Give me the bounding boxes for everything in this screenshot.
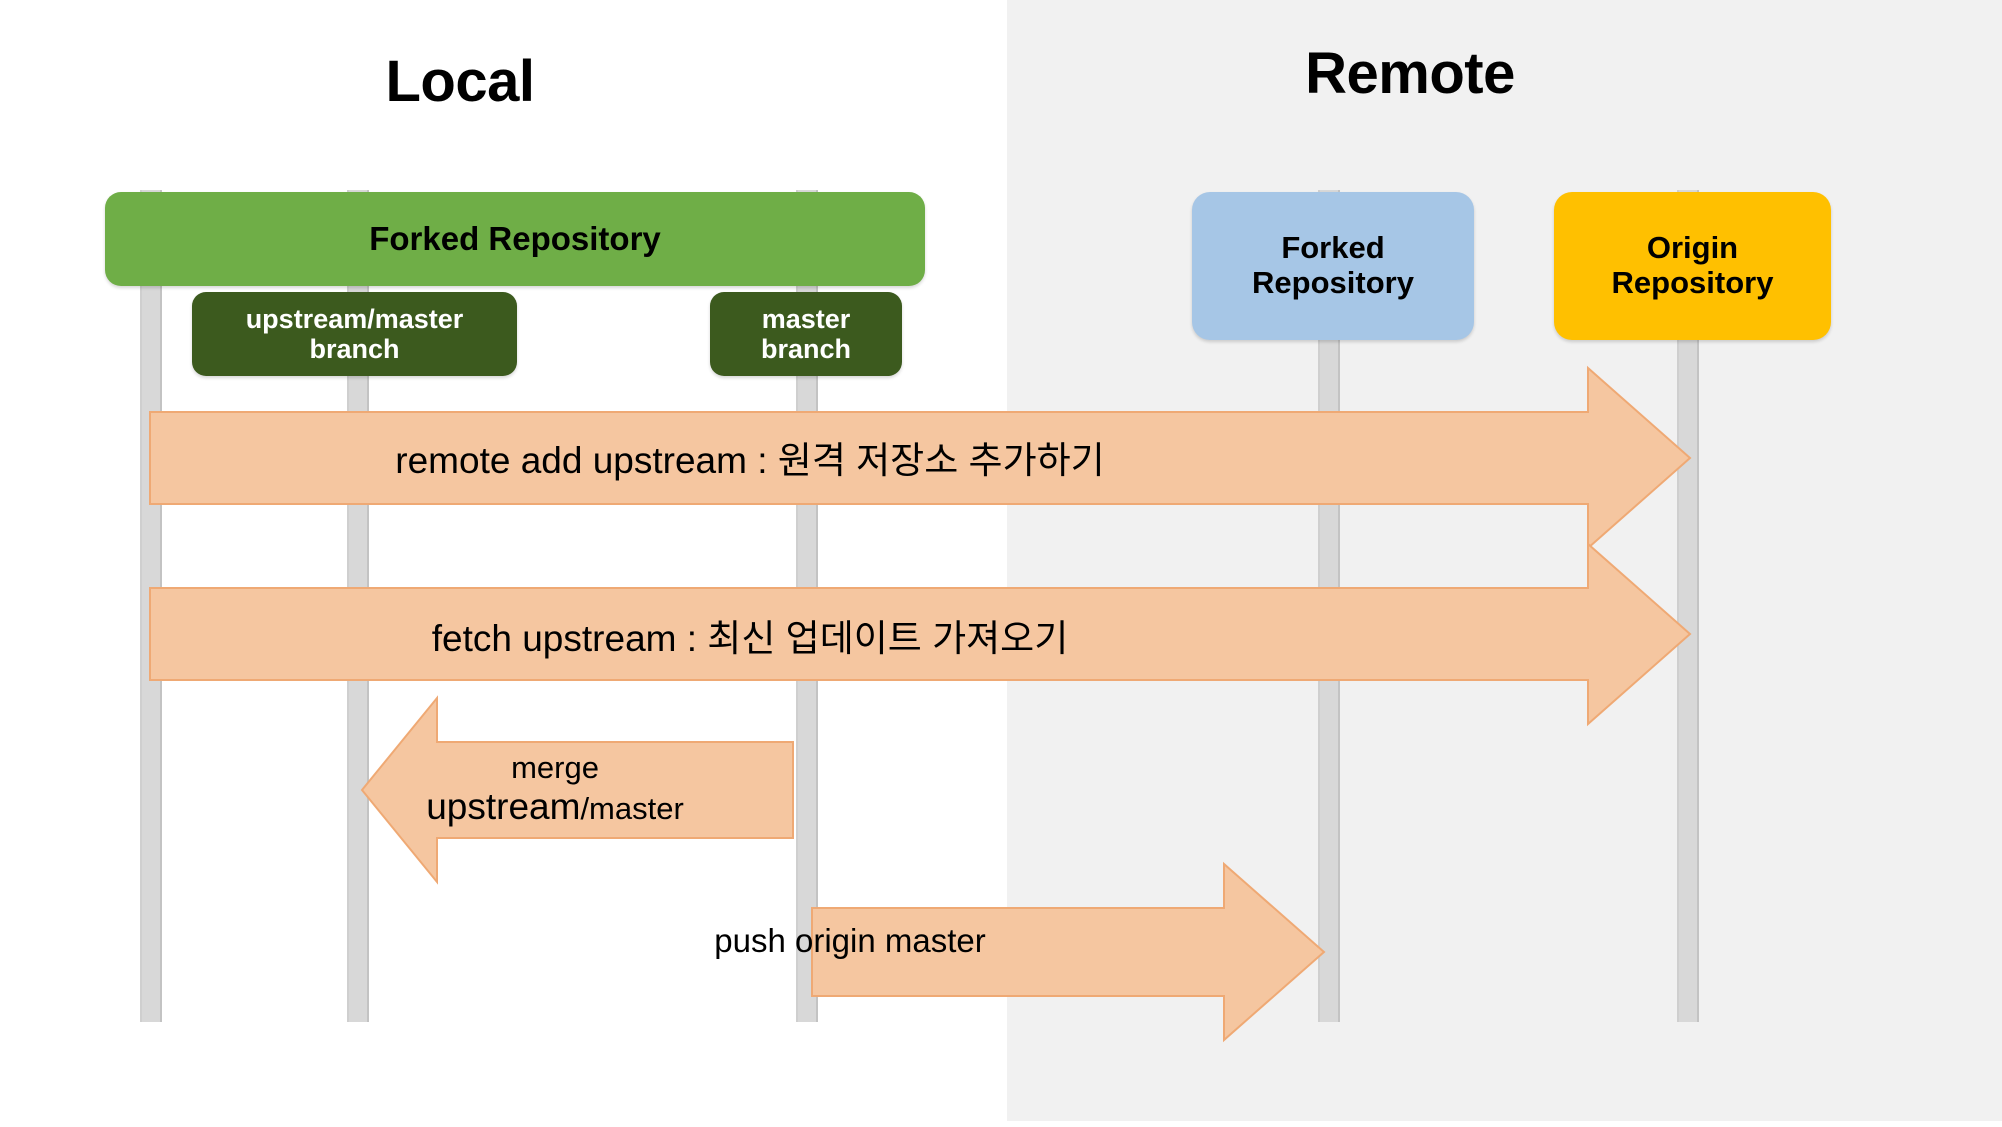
sign-upstream-master-branch: upstream/master branch <box>192 292 517 376</box>
diagram-canvas: Local Remote remote add upstream : 원격 저장… <box>0 0 2002 1127</box>
sign-master-branch: master branch <box>710 292 902 376</box>
sign-forked-repository-remote: Forked Repository <box>1192 192 1474 340</box>
arrow-remote-add-upstream <box>149 365 1692 551</box>
origin-line1: Origin <box>1646 230 1739 266</box>
origin-line2: Repository <box>1611 265 1774 300</box>
arrow-layer <box>149 365 1692 1043</box>
sign-forked-repository-local-label: Forked Repository <box>369 219 661 257</box>
upstream-branch-line2: branch <box>309 334 400 364</box>
arrow-push-origin-master <box>811 861 1326 1043</box>
upstream-branch-line1: upstream/master <box>245 303 464 334</box>
master-branch-line1: master <box>761 303 851 334</box>
sign-forked-repository-remote-text: Forked Repository <box>1252 230 1414 300</box>
sign-master-branch-text: master branch <box>761 304 851 364</box>
sign-origin-repository: Origin Repository <box>1554 192 1831 340</box>
sign-upstream-master-branch-text: upstream/master branch <box>246 304 464 364</box>
sign-forked-repository-local: Forked Repository <box>105 192 925 286</box>
arrow-merge-upstream-master <box>360 695 794 885</box>
arrow-fetch-upstream <box>149 541 1692 727</box>
sign-origin-repository-text: Origin Repository <box>1611 230 1774 300</box>
master-branch-line2: branch <box>760 334 852 364</box>
forked-remote-line2: Repository <box>1252 265 1414 300</box>
forked-remote-line1: Forked <box>1281 230 1385 266</box>
